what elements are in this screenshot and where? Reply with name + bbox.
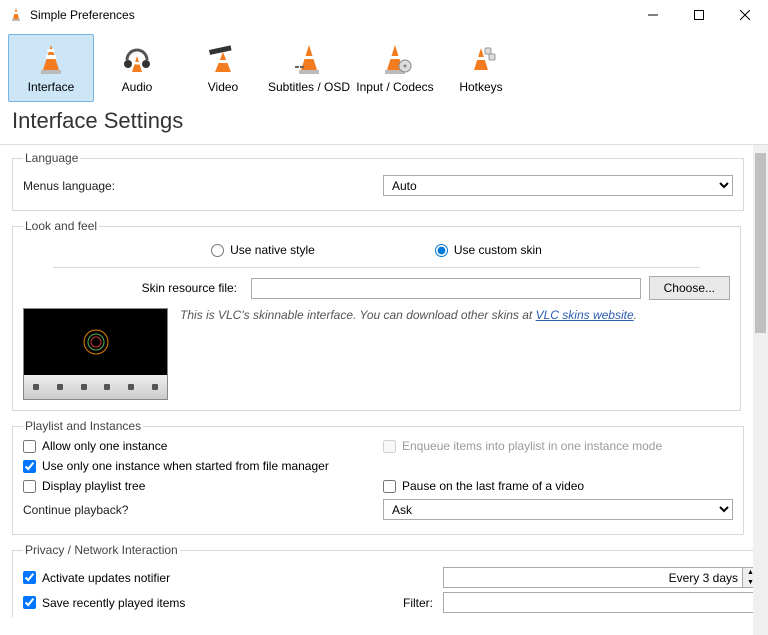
keys-cone-icon [463,42,499,78]
chk-label: Activate updates notifier [42,571,170,585]
settings-scroll-area: Language Menus language: Auto Look and f… [0,144,768,635]
group-legend: Look and feel [23,219,99,233]
menus-language-select[interactable]: Auto [383,175,733,196]
filter-label: Filter: [403,596,443,610]
tab-label: Interface [28,80,75,94]
tab-label: Audio [122,80,153,94]
group-language: Language Menus language: Auto [12,151,744,211]
checkbox[interactable] [23,596,36,609]
tab-subtitles[interactable]: Subtitles / OSD [266,34,352,102]
spin-up[interactable]: ▲ [743,568,753,578]
tab-audio[interactable]: Audio [94,34,180,102]
skin-file-label: Skin resource file: [23,281,243,295]
checkbox[interactable] [23,571,36,584]
disc-cone-icon [377,42,413,78]
chk-pause-last-frame[interactable]: Pause on the last frame of a video [383,479,733,493]
separator [53,267,700,268]
subtitles-cone-icon [291,42,327,78]
tab-input-codecs[interactable]: Input / Codecs [352,34,438,102]
close-button[interactable] [722,0,768,30]
cone-icon [33,42,69,78]
spin-down[interactable]: ▼ [743,578,753,588]
radio-native-style[interactable]: Use native style [211,243,315,257]
minimize-button[interactable] [630,0,676,30]
choose-button[interactable]: Choose... [649,276,730,300]
tab-label: Subtitles / OSD [268,80,350,94]
chk-label: Pause on the last frame of a video [402,479,584,493]
group-privacy: Privacy / Network Interaction Activate u… [12,543,753,617]
filter-input[interactable] [443,592,753,613]
radio-label: Use custom skin [454,243,542,257]
chk-label: Display playlist tree [42,479,145,493]
radio-custom-input[interactable] [435,244,448,257]
chk-one-instance-fm[interactable]: Use only one instance when started from … [23,459,733,473]
checkbox[interactable] [383,480,396,493]
chk-display-tree[interactable]: Display playlist tree [23,479,373,493]
scrollbar-thumb[interactable] [755,153,766,333]
chk-save-recent[interactable]: Save recently played items [23,596,403,610]
tab-interface[interactable]: Interface [8,34,94,102]
checkbox [383,440,396,453]
tab-label: Hotkeys [459,80,502,94]
chk-updates-notifier[interactable]: Activate updates notifier [23,571,443,585]
headphones-cone-icon [119,42,155,78]
tab-label: Input / Codecs [356,80,433,94]
checkbox[interactable] [23,480,36,493]
chk-label: Save recently played items [42,596,185,610]
tab-hotkeys[interactable]: Hotkeys [438,34,524,102]
continue-playback-select[interactable]: Ask [383,499,733,520]
chk-label: Allow only one instance [42,439,167,453]
skin-description: This is VLC's skinnable interface. You c… [180,308,637,322]
group-look-and-feel: Look and feel Use native style Use custo… [12,219,741,411]
checkbox[interactable] [23,440,36,453]
radio-label: Use native style [230,243,315,257]
group-legend: Language [23,151,80,165]
updates-interval-spinner[interactable]: ▲▼ [443,567,753,588]
radio-native-input[interactable] [211,244,224,257]
group-legend: Privacy / Network Interaction [23,543,180,557]
skin-preview [23,308,168,400]
group-playlist: Playlist and Instances Allow only one in… [12,419,744,535]
app-icon [8,7,24,23]
maximize-button[interactable] [676,0,722,30]
window-controls [630,0,768,30]
page-heading: Interface Settings [0,102,768,144]
vertical-scrollbar[interactable] [753,145,768,635]
continue-playback-label: Continue playback? [23,503,383,517]
chk-label: Use only one instance when started from … [42,459,329,473]
clapper-cone-icon [205,42,241,78]
spinner-input[interactable] [443,567,743,588]
group-legend: Playlist and Instances [23,419,143,433]
chk-label: Enqueue items into playlist in one insta… [402,439,662,453]
checkbox[interactable] [23,460,36,473]
tab-label: Video [208,80,238,94]
skins-website-link[interactable]: VLC skins website [536,308,634,322]
category-tabs: Interface Audio Video Subtitles / OSD In… [0,30,768,102]
titlebar: Simple Preferences [0,0,768,30]
radio-custom-skin[interactable]: Use custom skin [435,243,542,257]
skin-file-input[interactable] [251,278,641,299]
tab-video[interactable]: Video [180,34,266,102]
chk-allow-one-instance[interactable]: Allow only one instance [23,439,373,453]
chk-enqueue: Enqueue items into playlist in one insta… [383,439,733,453]
menus-language-label: Menus language: [23,179,383,193]
window-title: Simple Preferences [30,8,630,22]
